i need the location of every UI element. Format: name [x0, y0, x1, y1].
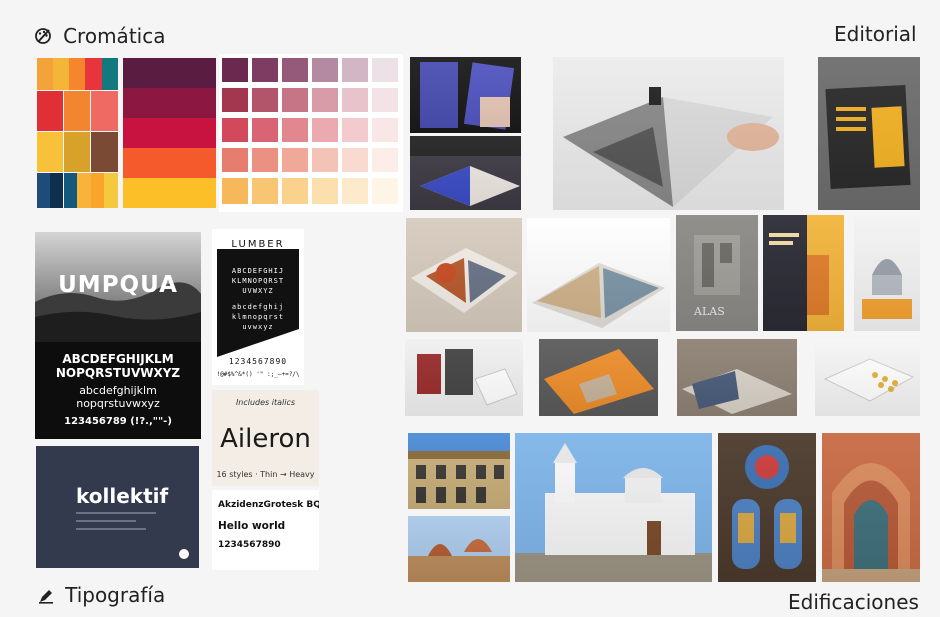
palette-icon	[34, 28, 57, 47]
cromatica-label: Cromática	[34, 24, 165, 48]
aileron-title: Aileron	[220, 424, 311, 454]
lumber-digits: 1234567890	[228, 357, 288, 366]
editorial-photo-architecture-book	[406, 218, 522, 332]
editorial-photo-icon-booklet	[815, 339, 920, 416]
aileron-note: Includes italics	[235, 398, 296, 407]
umpqua-lowercase-1: abcdefghijklm	[79, 384, 157, 397]
umpqua-lowercase-2: nopqrstuvwxyz	[76, 397, 160, 410]
kollektif-font-sample: kollektif	[36, 446, 199, 568]
akzidenz-sample: Hello world	[218, 520, 286, 532]
building-photo-cathedral-domes	[408, 516, 510, 582]
editorial-photo-dome-poster	[854, 215, 920, 331]
lumber-lower-1: abcdefghij	[231, 303, 285, 311]
editorial-photo-orange-brochure	[539, 339, 658, 416]
lumber-upper-2: KLMNOPQRST	[231, 277, 285, 285]
building-photo-arched-portal	[822, 433, 920, 582]
aileron-font-sample: Includes italics Aileron 16 styles · Thi…	[212, 390, 319, 486]
palette-mosaic	[37, 58, 118, 208]
building-photo-stained-glass	[718, 433, 816, 582]
editorial-photo-magazine-spread	[553, 57, 784, 210]
editorial-photo-magazines-table	[677, 339, 797, 416]
akzidenz-font-sample: AkzidenzGrotesk BQ Hello world 123456789…	[212, 490, 319, 570]
lumber-upper-3: UVWXYZ	[242, 287, 274, 295]
lumber-upper-1: ABCDEFGHIJ	[231, 267, 285, 275]
aileron-styles: 16 styles · Thin → Heavy	[216, 470, 315, 479]
edificaciones-label: Edificaciones	[788, 590, 919, 614]
pen-icon	[38, 587, 59, 606]
svg-text:ALAS: ALAS	[693, 305, 725, 318]
editorial-photo-brochure-set	[405, 339, 523, 416]
palette-tint-grid	[219, 54, 403, 212]
lumber-lower-2: klmnopqrst	[231, 313, 285, 321]
umpqua-title: UMPQUA	[58, 272, 178, 298]
umpqua-uppercase-1: ABCDEFGHIJKLM	[62, 352, 174, 366]
umpqua-digits: 123456789 (!?.,""-)	[64, 416, 172, 427]
tipografia-label: Tipografía	[38, 583, 165, 607]
lumber-font-sample: LUMBER ABCDEFGHIJ KLMNOPQRST UVWXYZ abcd…	[212, 229, 304, 385]
lumber-lower-3: uvwxyz	[242, 323, 274, 331]
editorial-photo-alas-cover: ALAS	[676, 215, 758, 331]
building-photo-white-church	[515, 433, 712, 582]
lumber-symbols: !@#$%^&*() '" :;_—+=?/\	[216, 371, 300, 378]
umpqua-uppercase-2: NOPQRSTUVWXYZ	[55, 366, 181, 380]
moodboard: Cromática Editorial Tipografía Edificaci…	[0, 0, 940, 617]
akzidenz-digits: 1234567890	[218, 540, 281, 550]
lumber-title: LUMBER	[231, 239, 285, 250]
editorial-photo-open-book	[410, 136, 521, 210]
umpqua-font-sample: UMPQUA ABCDEFGHIJKLM NOPQRSTUVWXYZ abcde…	[35, 232, 201, 439]
building-photo-colonial-facade	[408, 433, 510, 509]
editorial-photo-poster-yellow	[763, 215, 844, 331]
editorial-photo-yellow-brochure	[818, 57, 920, 210]
editorial-label: Editorial	[834, 22, 917, 46]
akzidenz-name: AkzidenzGrotesk BQ	[218, 500, 319, 510]
palette-stripes	[123, 58, 216, 208]
editorial-photo-blue-covers	[410, 57, 521, 133]
editorial-photo-open-magazine	[527, 218, 670, 332]
